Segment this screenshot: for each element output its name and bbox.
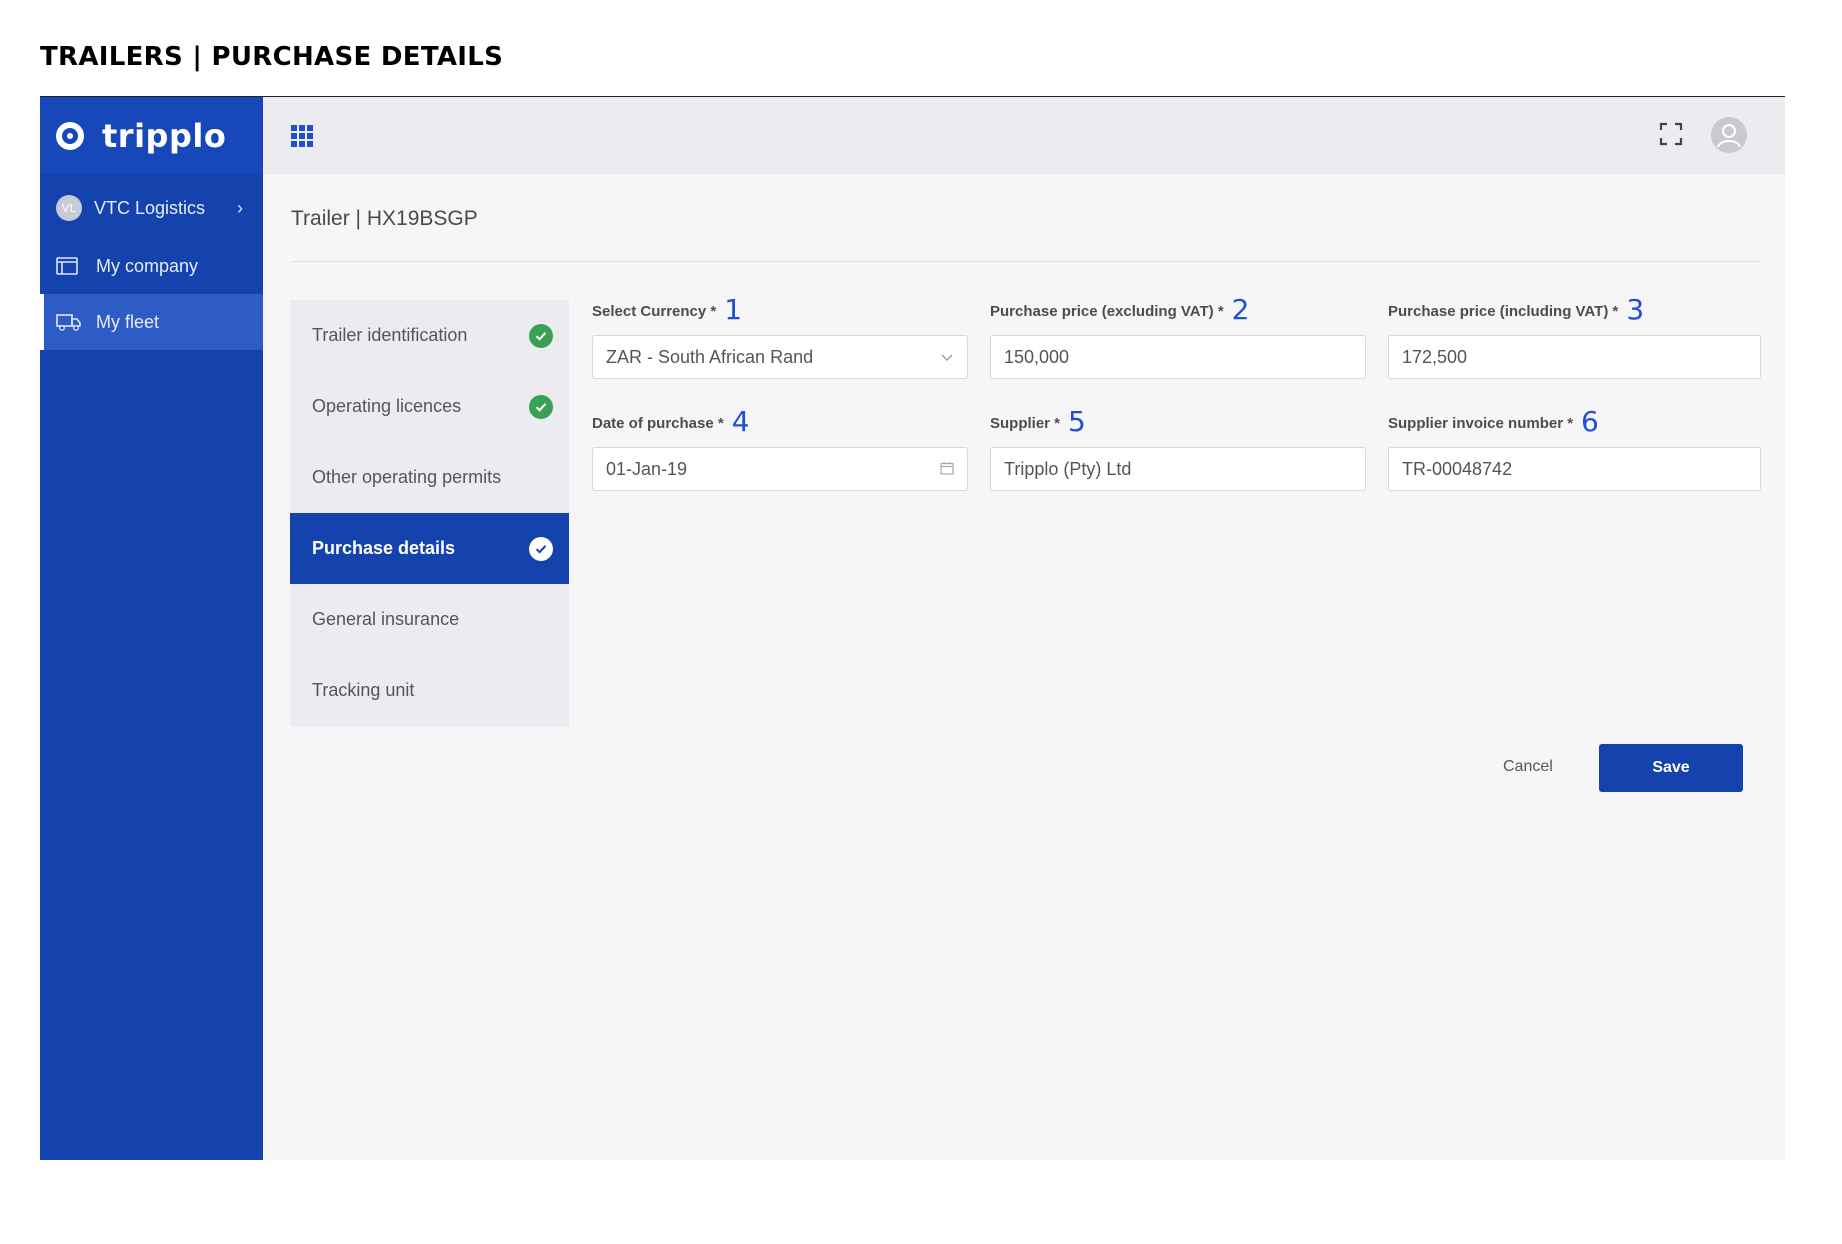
account-avatar: VL bbox=[56, 195, 82, 221]
brand[interactable]: tripplo bbox=[40, 97, 263, 174]
step-trailer-identification[interactable]: Trailer identification bbox=[290, 300, 569, 371]
step-label: Tracking unit bbox=[312, 680, 415, 700]
callout-marker: 4 bbox=[731, 405, 750, 438]
document-title: TRAILERS | PURCHASE DETAILS bbox=[40, 42, 504, 72]
check-circle-icon bbox=[529, 323, 553, 348]
currency-field: Select Currency * 1 ZAR - South African R… bbox=[592, 295, 968, 379]
step-label: Other operating permits bbox=[312, 467, 502, 487]
cancel-button[interactable]: Cancel bbox=[1503, 758, 1553, 776]
price-incl-vat-field: Purchase price (including VAT) * 3 172,50… bbox=[1388, 295, 1761, 379]
field-label: Purchase price (including VAT) * 3 bbox=[1388, 293, 1645, 326]
purchase-date-input[interactable]: 01-Jan-19 bbox=[592, 447, 968, 491]
calendar-icon[interactable] bbox=[940, 459, 954, 480]
apps-grid-icon[interactable] bbox=[291, 125, 313, 147]
check-circle-icon bbox=[529, 394, 553, 419]
user-avatar-icon[interactable] bbox=[1711, 117, 1747, 153]
fullscreen-icon[interactable] bbox=[1659, 122, 1683, 146]
price-excl-vat-field: Purchase price (excluding VAT) * 2 150,00… bbox=[990, 295, 1366, 379]
tripplo-logo-icon bbox=[56, 121, 84, 150]
chevron-down-icon bbox=[940, 347, 954, 368]
step-label: General insurance bbox=[312, 609, 460, 629]
field-label: Supplier * 5 bbox=[990, 405, 1086, 438]
sidebar-item-label: My company bbox=[96, 255, 199, 276]
input-value: 150,000 bbox=[1004, 346, 1070, 367]
callout-marker: 6 bbox=[1581, 405, 1599, 438]
step-label: Operating licences bbox=[312, 396, 462, 416]
brand-name: tripplo bbox=[102, 116, 227, 155]
steps-panel: Trailer identification Operating licence… bbox=[290, 300, 569, 727]
step-operating-licences[interactable]: Operating licences bbox=[290, 371, 569, 442]
invoice-number-field: Supplier invoice number * 6 TR-00048742 bbox=[1388, 407, 1761, 491]
price-incl-vat-input[interactable]: 172,500 bbox=[1388, 335, 1761, 379]
step-other-operating-permits[interactable]: Other operating permits bbox=[290, 442, 569, 513]
account-name: VTC Logistics bbox=[94, 197, 206, 218]
company-icon bbox=[56, 256, 82, 276]
sidebar-item-my-fleet[interactable]: My fleet bbox=[40, 294, 263, 350]
supplier-input[interactable]: Tripplo (Pty) Ltd bbox=[990, 447, 1366, 491]
sidebar-item-label: My fleet bbox=[96, 311, 160, 332]
field-label: Date of purchase * 4 bbox=[592, 405, 750, 438]
currency-select[interactable]: ZAR - South African Rand bbox=[592, 335, 968, 379]
save-button[interactable]: Save bbox=[1599, 744, 1743, 792]
input-value: TR-00048742 bbox=[1402, 458, 1513, 479]
field-label: Supplier invoice number * 6 bbox=[1388, 405, 1599, 438]
field-label: Select Currency * 1 bbox=[592, 293, 743, 326]
step-general-insurance[interactable]: General insurance bbox=[290, 584, 569, 655]
step-label: Trailer identification bbox=[312, 325, 468, 345]
top-bar bbox=[263, 97, 1785, 174]
account-switcher[interactable]: VL VTC Logistics › bbox=[40, 174, 263, 238]
step-tracking-unit[interactable]: Tracking unit bbox=[290, 655, 569, 726]
sidebar-item-my-company[interactable]: My company bbox=[40, 238, 263, 294]
input-value: 01-Jan-19 bbox=[606, 458, 688, 479]
field-label: Purchase price (excluding VAT) * 2 bbox=[990, 293, 1250, 326]
callout-marker: 1 bbox=[724, 293, 743, 326]
step-label: Purchase details bbox=[312, 538, 456, 558]
price-excl-vat-input[interactable]: 150,000 bbox=[990, 335, 1366, 379]
callout-marker: 5 bbox=[1068, 405, 1086, 438]
check-circle-icon bbox=[529, 536, 553, 561]
title-divider bbox=[291, 261, 1761, 262]
invoice-number-input[interactable]: TR-00048742 bbox=[1388, 447, 1761, 491]
input-value: 172,500 bbox=[1402, 346, 1468, 367]
callout-marker: 2 bbox=[1231, 293, 1250, 326]
purchase-date-field: Date of purchase * 4 01-Jan-19 bbox=[592, 407, 968, 491]
truck-icon bbox=[56, 312, 82, 332]
input-value: Tripplo (Pty) Ltd bbox=[1004, 458, 1132, 479]
select-value: ZAR - South African Rand bbox=[606, 346, 814, 367]
step-purchase-details[interactable]: Purchase details bbox=[290, 513, 569, 584]
chevron-right-icon: › bbox=[237, 197, 243, 218]
sidebar: tripplo VL VTC Logistics › My company My… bbox=[40, 97, 263, 1160]
supplier-field: Supplier * 5 Tripplo (Pty) Ltd bbox=[990, 407, 1366, 491]
callout-marker: 3 bbox=[1626, 293, 1645, 326]
page-title: Trailer | HX19BSGP bbox=[291, 207, 478, 230]
